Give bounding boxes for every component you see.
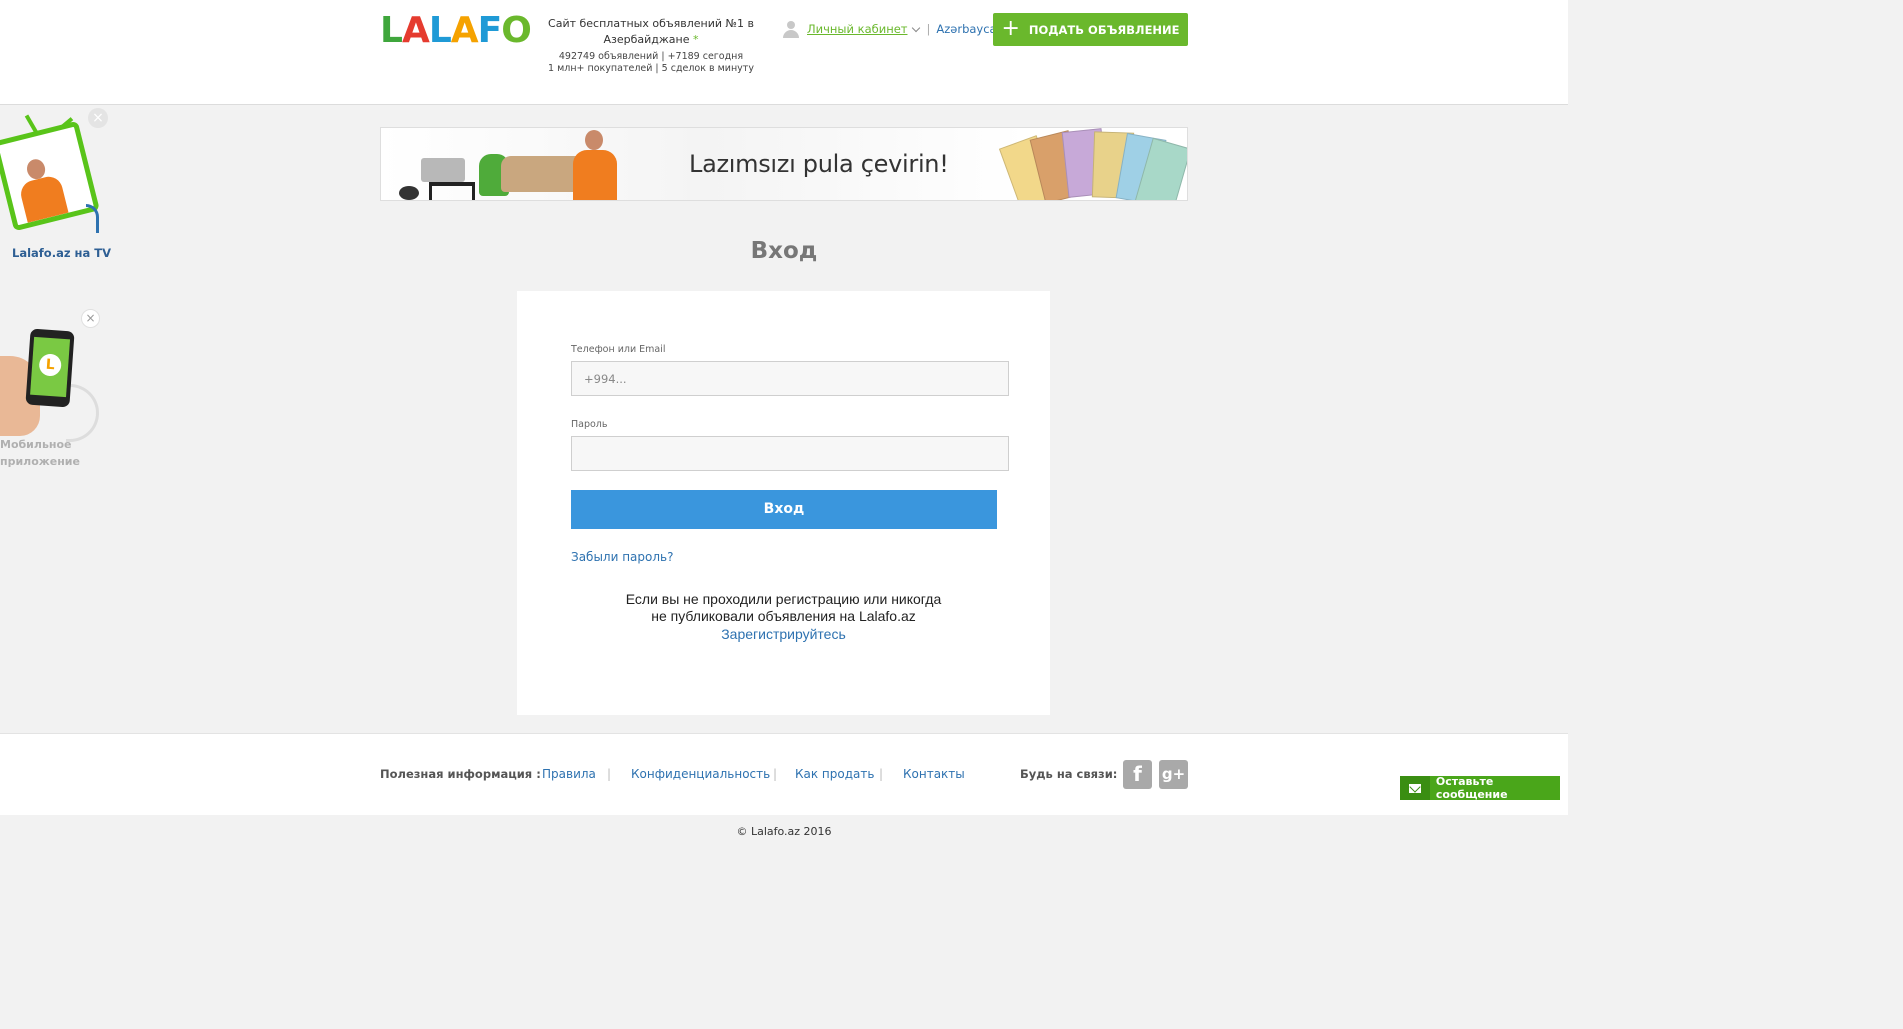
tv-icon	[0, 120, 100, 232]
header-separator: |	[926, 22, 931, 36]
footer-separator: |	[773, 767, 778, 781]
phone-email-label: Телефон или Email	[571, 344, 666, 355]
footer-link-privacy[interactable]: Конфиденциальность	[631, 767, 770, 781]
plus-icon: +	[1001, 15, 1020, 41]
envelope-icon	[1400, 776, 1430, 800]
banner-money-image	[979, 128, 1187, 200]
tagline-line1: Сайт бесплатных объявлений №1 в	[548, 17, 754, 30]
footer-link-how-to-sell[interactable]: Как продать	[795, 767, 874, 781]
site-footer: Полезная информация : Правила | Конфиден…	[0, 733, 1568, 815]
copyright: © Lalafo.az 2016	[736, 825, 832, 838]
site-tagline: Сайт бесплатных объявлений №1 в Азербайд…	[548, 16, 754, 75]
facebook-icon[interactable]: f	[1123, 760, 1152, 789]
login-form: Телефон или Email Пароль Вход Забыли пар…	[517, 291, 1050, 715]
site-header: LALAFO Сайт бесплатных объявлений №1 в А…	[0, 0, 1568, 105]
app-promo-label[interactable]: Мобильное приложение	[0, 436, 80, 470]
logo-letter: A	[450, 10, 479, 51]
chevron-down-icon[interactable]	[911, 23, 920, 32]
logo-letter: A	[401, 10, 430, 51]
leave-message-label: Оставьте сообщение	[1435, 775, 1508, 801]
footer-separator: |	[607, 767, 612, 781]
app-logo-icon: L	[38, 353, 62, 377]
post-ad-label: ПОДАТЬ ОБЪЯВЛЕНИЕ	[1028, 22, 1180, 37]
forgot-password-link[interactable]: Забыли пароль?	[571, 550, 673, 564]
account-area: Личный кабинет | Azərbaycan	[782, 20, 1004, 38]
logo-letter: O	[501, 10, 532, 51]
logo-letter: L	[428, 10, 452, 51]
password-input[interactable]	[571, 436, 1009, 471]
footer-link-rules[interactable]: Правила	[542, 767, 596, 781]
stats-line2: 1 млн+ покупателей | 5 сделок в минуту	[548, 63, 754, 74]
user-icon	[782, 20, 800, 38]
lalafo-logo[interactable]: LALAFO	[380, 10, 532, 51]
page-title: Вход	[750, 238, 818, 264]
tagline-line2: Азербайджане	[603, 33, 690, 46]
login-button[interactable]: Вход	[571, 490, 997, 529]
register-prompt: Если вы не проходили регистрацию или ник…	[625, 591, 942, 624]
leave-message-button[interactable]: Оставьте сообщение	[1400, 775, 1560, 801]
tagline-star: *	[693, 33, 699, 46]
google-plus-icon[interactable]: g+	[1159, 760, 1188, 789]
phone-email-input[interactable]	[571, 361, 1009, 396]
stay-connected-label: Будь на связи:	[1020, 767, 1118, 781]
presenter-image	[10, 150, 69, 223]
tv-promo-close-button[interactable]: ×	[88, 108, 108, 128]
logo-letter: F	[477, 10, 503, 51]
useful-info-label: Полезная информация :	[380, 767, 541, 781]
personal-cabinet-link[interactable]: Личный кабинет	[807, 22, 908, 36]
logo-letter: L	[380, 10, 403, 51]
register-link[interactable]: Зарегистрируйтесь	[517, 626, 1050, 642]
banner-person-image	[573, 130, 617, 200]
footer-separator: |	[879, 767, 884, 781]
stats-line1: 492749 объявлений | +7189 сегодня	[558, 51, 744, 62]
phone-icon: L	[25, 328, 75, 408]
promo-banner[interactable]: Lazımsızı pula çevirin!	[380, 127, 1188, 201]
footer-link-contacts[interactable]: Контакты	[903, 767, 965, 781]
arrow-icon	[66, 384, 99, 442]
banner-text: Lazımsızı pula çevirin!	[689, 150, 949, 178]
password-label: Пароль	[571, 419, 608, 430]
app-promo-close-button[interactable]: ×	[81, 309, 100, 328]
mobile-app-promo[interactable]: L × Мобильное приложение	[0, 308, 110, 478]
post-ad-button[interactable]: + ПОДАТЬ ОБЪЯВЛЕНИЕ	[993, 13, 1188, 46]
